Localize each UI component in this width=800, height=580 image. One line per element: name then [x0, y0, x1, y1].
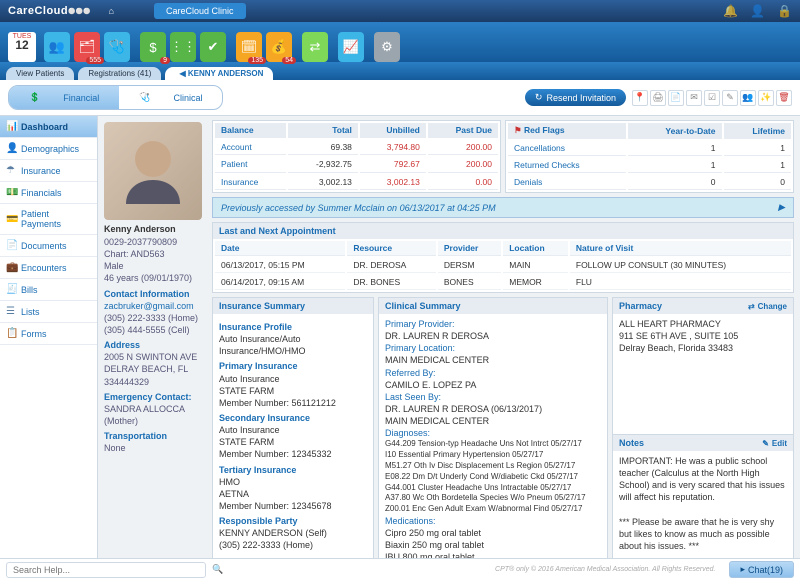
delete-icon[interactable]: 🗑 [776, 90, 792, 106]
nav-icon-4[interactable]: $ [140, 32, 166, 62]
date-tile[interactable]: TUES12 [8, 32, 36, 62]
patient-sex: Male [104, 260, 202, 272]
pharmacy-block: ALL HEART PHARMACY911 SE 6TH AVE , SUITE… [613, 314, 793, 434]
emergency-header: Emergency Contact: [104, 391, 202, 403]
nav-forms[interactable]: 📋Forms [0, 323, 97, 345]
edit-icon[interactable]: ✎ [722, 90, 738, 106]
patient-name: Kenny Anderson [104, 224, 202, 234]
nav-icon-6[interactable]: ✔ [200, 32, 226, 62]
search-icon[interactable]: 🔍 [212, 564, 223, 575]
change-pharmacy-link[interactable]: ⇄ Change [748, 302, 787, 311]
lock-icon[interactable]: 🔒 [777, 4, 792, 18]
stethoscope-icon: 🩺 [129, 89, 160, 106]
clinical-summary: Clinical Summary Primary Provider:DR. LA… [378, 297, 608, 572]
appointments-section: Last and Next Appointment DateResourcePr… [212, 222, 794, 293]
nav-encounters[interactable]: 💼Encounters [0, 257, 97, 279]
tab-view-patients[interactable]: View Patients [6, 67, 74, 80]
financial-tab[interactable]: 💲Financial [9, 86, 119, 109]
mode-toggle[interactable]: 💲Financial 🩺Clinical [8, 85, 223, 110]
nav-icon-1[interactable]: 👥 [44, 32, 70, 62]
print-icon[interactable]: 🖨 [650, 90, 666, 106]
patient-phone-home: (305) 222-3333 (Home) [104, 312, 202, 324]
clinic-selector[interactable]: CareCloud Clinic [154, 3, 246, 19]
patient-email[interactable]: zacbruker@gmail.com [104, 301, 194, 311]
nav-financials[interactable]: 💵Financials [0, 182, 97, 204]
flag-icon: ⚑ [514, 125, 522, 135]
back-icon: ◀ [179, 69, 185, 78]
dollar-icon: 💲 [19, 89, 50, 106]
notes-body: IMPORTANT: He was a public school teache… [613, 451, 793, 571]
contact-header: Contact Information [104, 288, 202, 300]
nav-icon-7[interactable]: 🗓 [236, 32, 262, 62]
doc-icon[interactable]: 📄 [668, 90, 684, 106]
patient-id: 0029-2037790809 [104, 236, 202, 248]
patient-addr2: DELRAY BEACH, FL 334444329 [104, 363, 202, 387]
last-access-banner[interactable]: Previously accessed by Summer Mcclain on… [212, 197, 794, 218]
nav-documents[interactable]: 📄Documents [0, 235, 97, 257]
redflags-table: ⚑ Red FlagsYear-to-DateLifetime Cancella… [505, 120, 794, 193]
people-icon[interactable]: 👥 [740, 90, 756, 106]
expand-icon[interactable]: ▶ [778, 202, 785, 213]
patient-avatar [104, 122, 202, 220]
tab-registrations[interactable]: Registrations (41) [78, 67, 161, 80]
clinical-tab[interactable]: 🩺Clinical [119, 86, 222, 109]
patient-transport: None [104, 442, 202, 454]
patient-age: 46 years (09/01/1970) [104, 272, 202, 284]
nav-icon-10[interactable]: 📈 [338, 32, 364, 62]
nav-icon-2[interactable]: 🗂 [74, 32, 100, 62]
patient-chart: Chart: AND563 [104, 248, 202, 260]
nav-insurance[interactable]: ☂Insurance [0, 160, 97, 182]
nav-lists[interactable]: ☰Lists [0, 301, 97, 323]
transport-header: Transportation [104, 430, 202, 442]
insurance-summary: Insurance Summary Insurance ProfileAuto … [212, 297, 374, 572]
patient-phone-cell: (305) 444-5555 (Cell) [104, 324, 202, 336]
pin-icon[interactable]: 📍 [632, 90, 648, 106]
sparkle-icon[interactable]: ✨ [758, 90, 774, 106]
nav-demographics[interactable]: 👤Demographics [0, 138, 97, 160]
nav-icon-3[interactable]: 🩺 [104, 32, 130, 62]
mail-icon[interactable]: ✉ [686, 90, 702, 106]
check-icon[interactable]: ☑ [704, 90, 720, 106]
balance-table: BalanceTotalUnbilledPast Due Account69.3… [212, 120, 501, 193]
patient-emergency: SANDRA ALLOCCA (Mother) [104, 403, 202, 427]
nav-bills[interactable]: 🧾Bills [0, 279, 97, 301]
nav-icon-9[interactable]: ⇄ [302, 32, 328, 62]
nav-patient-payments[interactable]: 💳Patient Payments [0, 204, 97, 235]
home-icon[interactable]: ⌂ [109, 6, 114, 16]
nav-icon-settings[interactable]: ⚙ [374, 32, 400, 62]
bell-icon[interactable]: 🔔 [723, 4, 738, 18]
nav-icon-5[interactable]: ⋮⋮ [170, 32, 196, 62]
edit-notes-link[interactable]: ✎ Edit [762, 439, 787, 448]
address-header: Address [104, 339, 202, 351]
tab-patient[interactable]: ◀ KENNY ANDERSON [165, 67, 273, 80]
copyright: CPT® only © 2016 American Medical Associ… [495, 566, 715, 573]
nav-dashboard[interactable]: 📊Dashboard [0, 116, 97, 138]
nav-icon-8[interactable]: 💰 [266, 32, 292, 62]
logo: CareCloud [8, 5, 68, 17]
chat-button[interactable]: ▸ Chat(19) [729, 561, 794, 578]
patient-addr1: 2005 N SWINTON AVE [104, 351, 202, 363]
resend-invitation-button[interactable]: ↻ Resend Invitation [525, 89, 626, 106]
user-icon[interactable]: 👤 [750, 4, 765, 18]
search-input[interactable] [6, 562, 206, 578]
